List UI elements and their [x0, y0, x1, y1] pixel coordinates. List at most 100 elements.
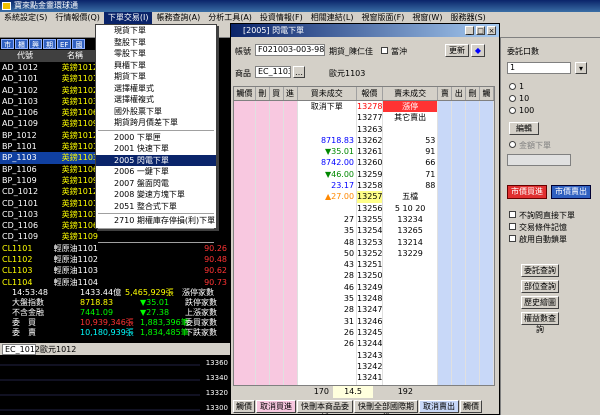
buy-del-cell[interactable]	[255, 101, 270, 113]
buy-unfilled-cell[interactable]: ▼35.01	[297, 146, 358, 158]
buy-trigger-cell[interactable]	[234, 112, 256, 124]
buy-del-cell[interactable]	[255, 338, 270, 350]
sell-del-cell[interactable]	[466, 112, 481, 124]
buy-in-cell[interactable]	[283, 180, 298, 192]
sell-unfilled-cell[interactable]	[382, 123, 439, 135]
sell-out-cell[interactable]	[452, 247, 467, 260]
ladder-row[interactable]: 35 13254 13265	[234, 225, 494, 237]
buy-del-cell[interactable]	[255, 360, 270, 373]
price-cell[interactable]: 13263	[357, 123, 383, 135]
sell-out-cell[interactable]	[452, 225, 467, 237]
quote-row[interactable]: AD_1012 英鎊1012	[0, 62, 100, 73]
sell-trigger-cell[interactable]	[480, 360, 494, 373]
quote-tab[interactable]: 國	[72, 39, 86, 49]
sell-unfilled-cell[interactable]	[382, 338, 439, 350]
buy-trigger-cell[interactable]	[234, 168, 256, 181]
buy-del-cell[interactable]	[255, 236, 270, 248]
buy-unfilled-cell[interactable]: ▲27.00	[297, 191, 358, 203]
sell-cell[interactable]	[438, 315, 453, 327]
amount-input[interactable]	[507, 154, 571, 166]
sell-del-cell[interactable]	[466, 360, 481, 373]
chart-symbol-select[interactable]: EC_1012	[2, 343, 40, 355]
sell-unfilled-cell[interactable]: 71	[382, 168, 439, 181]
buy-del-cell[interactable]	[255, 304, 270, 316]
dropdown-item[interactable]: 2014 期貨回報查詢	[96, 267, 216, 279]
account-select[interactable]: F021003-003-9816260	[255, 44, 325, 56]
buy-trigger-cell[interactable]	[234, 293, 256, 305]
sell-del-cell[interactable]	[466, 157, 481, 169]
ladder-row[interactable]: 13243	[234, 349, 494, 361]
buy-unfilled-cell[interactable]	[297, 112, 358, 124]
sell-cell[interactable]	[438, 134, 453, 147]
sell-del-cell[interactable]	[466, 304, 481, 316]
sell-trigger-cell[interactable]	[480, 112, 494, 124]
buy-del-cell[interactable]	[255, 326, 270, 339]
quote-row[interactable]: AD_1103 英鎊1103	[0, 96, 100, 107]
price-cell[interactable]: 13245	[357, 326, 383, 339]
buy-cell[interactable]	[269, 101, 284, 113]
buy-cell[interactable]	[269, 304, 284, 316]
buy-trigger-cell[interactable]	[234, 315, 256, 327]
sell-unfilled-cell[interactable]	[382, 326, 439, 339]
daytrade-checkbox[interactable]	[381, 47, 388, 54]
buy-unfilled-cell[interactable]	[297, 202, 358, 214]
buy-del-cell[interactable]	[255, 202, 270, 214]
buy-trigger-cell[interactable]	[234, 270, 256, 282]
edit-button[interactable]: 編輯	[509, 122, 539, 135]
buy-cell[interactable]	[269, 112, 284, 124]
sell-cell[interactable]	[438, 225, 453, 237]
buy-in-cell[interactable]	[283, 259, 298, 271]
quote-row[interactable]: AD_1109 英鎊1109	[0, 118, 100, 129]
sell-cell[interactable]	[438, 180, 453, 192]
buy-unfilled-cell[interactable]: 46	[297, 281, 358, 294]
price-cell[interactable]: 13251	[357, 259, 383, 271]
sell-trigger-cell[interactable]	[480, 225, 494, 237]
sell-out-cell[interactable]	[452, 259, 467, 271]
sell-out-cell[interactable]	[452, 180, 467, 192]
buy-unfilled-cell[interactable]: 26	[297, 338, 358, 350]
buy-cell[interactable]	[269, 236, 284, 248]
buy-del-cell[interactable]	[255, 213, 270, 226]
sell-trigger-cell[interactable]	[480, 247, 494, 260]
sell-unfilled-cell[interactable]	[382, 304, 439, 316]
ladder-row[interactable]: 46 13249	[234, 281, 494, 294]
amount-order-radio[interactable]	[509, 141, 516, 148]
sell-unfilled-cell[interactable]: 91	[382, 146, 439, 158]
buy-in-cell[interactable]	[283, 247, 298, 260]
bottom-button[interactable]: 取消賣出	[419, 400, 459, 413]
radio-qty-10[interactable]	[509, 95, 516, 102]
buy-unfilled-cell[interactable]: ▼46.00	[297, 168, 358, 181]
menu-item[interactable]: 帳務查詢(A)	[152, 12, 204, 24]
sell-trigger-cell[interactable]	[480, 213, 494, 226]
dropdown-item[interactable]: 2000 下單匣	[96, 132, 216, 144]
buy-del-cell[interactable]	[255, 372, 270, 384]
sell-del-cell[interactable]	[466, 338, 481, 350]
price-cell[interactable]: 13253	[357, 236, 383, 248]
buy-trigger-cell[interactable]	[234, 202, 256, 214]
dropdown-item[interactable]: 2710 期權庫存停損(利)下單	[96, 215, 216, 227]
sell-unfilled-cell[interactable]: 5 10 20	[382, 202, 439, 214]
sell-trigger-cell[interactable]	[480, 180, 494, 192]
buy-unfilled-cell[interactable]	[297, 360, 358, 373]
price-cell[interactable]: 13242	[357, 360, 383, 373]
price-cell[interactable]: 13252	[357, 247, 383, 260]
buy-in-cell[interactable]	[283, 281, 298, 294]
buy-cell[interactable]	[269, 259, 284, 271]
buy-del-cell[interactable]	[255, 281, 270, 294]
quote-tab[interactable]: 市	[1, 39, 14, 49]
ladder-row[interactable]: 28 13250	[234, 270, 494, 282]
buy-unfilled-cell[interactable]: 26	[297, 326, 358, 339]
buy-unfilled-cell[interactable]: 取消下單	[297, 101, 358, 113]
buy-cell[interactable]	[269, 326, 284, 339]
sell-out-cell[interactable]	[452, 326, 467, 339]
sell-trigger-cell[interactable]	[480, 123, 494, 135]
sell-unfilled-cell[interactable]	[382, 281, 439, 294]
price-cell[interactable]: 13248	[357, 293, 383, 305]
price-cell[interactable]: 13246	[357, 315, 383, 327]
buy-del-cell[interactable]	[255, 134, 270, 147]
buy-del-cell[interactable]	[255, 349, 270, 361]
dropdown-item[interactable]: 2001 快速下單	[96, 143, 216, 155]
buy-trigger-cell[interactable]	[234, 247, 256, 260]
sell-cell[interactable]	[438, 112, 453, 124]
buy-unfilled-cell[interactable]	[297, 372, 358, 384]
